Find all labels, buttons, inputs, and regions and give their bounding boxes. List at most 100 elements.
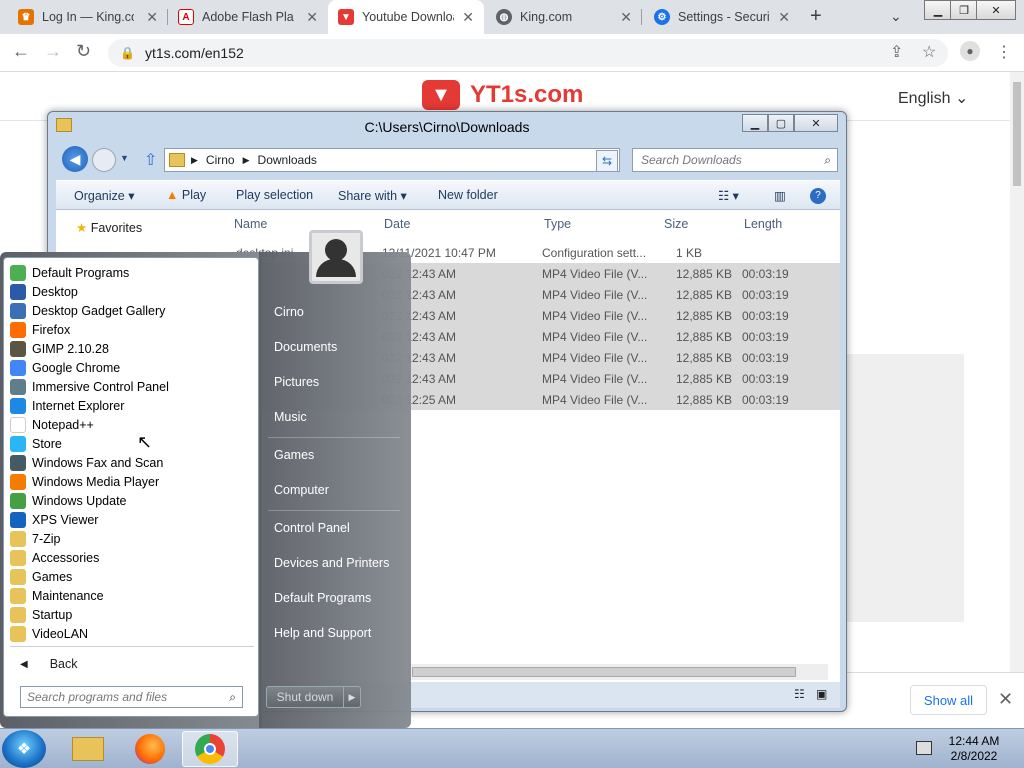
address-bar[interactable]: ▶ Cirno ▶ Downloads ▼ (164, 148, 620, 172)
file-type: MP4 Video File (V... (542, 393, 648, 407)
tab-youtube-downloader[interactable]: ▼ Youtube Downloader ✕ (328, 0, 484, 34)
program-item[interactable]: VideoLAN (10, 624, 88, 643)
column-header-size[interactable]: Size (664, 217, 688, 231)
taskbar-firefox[interactable] (122, 731, 178, 767)
tab-search-icon[interactable]: ⌄ (890, 8, 902, 25)
close-icon[interactable]: ✕ (620, 9, 632, 26)
close-window-button[interactable]: ✕ (976, 0, 1016, 20)
forward-arrow-icon[interactable]: → (44, 41, 62, 62)
forward-arrow-icon[interactable] (92, 148, 116, 172)
site-logo[interactable]: ▼ YT1s.com (422, 80, 583, 110)
network-icon[interactable] (916, 741, 932, 755)
start-link-help-support[interactable]: Help and Support (274, 626, 371, 640)
column-header-length[interactable]: Length (744, 217, 782, 231)
view-options-icon[interactable]: ☷ ▾ (718, 188, 739, 203)
clock[interactable]: 12:44 AM 2/8/2022 (944, 734, 1004, 764)
start-link-default-programs[interactable]: Default Programs (274, 591, 371, 605)
breadcrumb-item[interactable]: Downloads (258, 153, 317, 167)
program-item[interactable]: Notepad++ (10, 415, 94, 434)
start-link-control-panel[interactable]: Control Panel (274, 521, 350, 535)
close-window-button[interactable]: ✕ (794, 114, 838, 132)
minimize-button[interactable]: ▁ (924, 0, 952, 20)
share-with-button[interactable]: Share with ▾ (338, 188, 407, 203)
explorer-icon (72, 737, 104, 761)
breadcrumb-item[interactable]: Cirno (206, 153, 235, 167)
user-avatar[interactable] (309, 230, 363, 284)
program-item[interactable]: Store (10, 434, 62, 453)
menu-dots-icon[interactable]: ⋮ (996, 42, 1012, 62)
program-item[interactable]: Windows Media Player (10, 472, 159, 491)
program-item[interactable]: Desktop Gadget Gallery (10, 301, 165, 320)
close-icon[interactable]: ✕ (462, 9, 474, 26)
program-item[interactable]: Maintenance (10, 586, 104, 605)
language-selector[interactable]: English ⌄ (898, 88, 968, 108)
tab-settings[interactable]: ⚙ Settings - Security ✕ (644, 0, 800, 34)
favorites-item[interactable]: ★ Favorites (76, 220, 142, 235)
preview-pane-icon[interactable]: ▥ (774, 188, 786, 203)
close-icon[interactable]: ✕ (306, 9, 318, 26)
back-arrow-icon[interactable]: ◀ (62, 146, 88, 172)
play-button[interactable]: ▲ Play (166, 188, 206, 202)
program-item[interactable]: 7-Zip (10, 529, 60, 548)
start-link-games[interactable]: Games (274, 448, 314, 462)
start-link-devices-printers[interactable]: Devices and Printers (274, 556, 389, 570)
taskbar-explorer[interactable] (60, 731, 116, 767)
program-item[interactable]: Desktop (10, 282, 78, 301)
close-icon[interactable]: ✕ (998, 689, 1013, 710)
start-link-documents[interactable]: Documents (274, 340, 337, 354)
tiles-view-icon[interactable]: ▣ (816, 687, 827, 701)
new-tab-button[interactable]: + (810, 5, 822, 28)
column-header-type[interactable]: Type (544, 217, 571, 231)
horizontal-scrollbar[interactable] (408, 664, 828, 680)
restore-button[interactable]: ❐ (950, 0, 978, 20)
program-item[interactable]: Windows Update (10, 491, 127, 510)
address-bar[interactable]: 🔒 yt1s.com/en152 (108, 39, 948, 67)
program-item[interactable]: Accessories (10, 548, 99, 567)
help-icon[interactable]: ? (810, 188, 826, 204)
start-button[interactable]: ❖ (2, 730, 46, 768)
chevron-down-icon[interactable]: ▼ (120, 153, 129, 163)
maximize-button[interactable]: ▢ (768, 114, 794, 132)
program-item[interactable]: Firefox (10, 320, 70, 339)
page-scrollbar[interactable] (1010, 72, 1024, 672)
start-link-computer[interactable]: Computer (274, 483, 329, 497)
close-icon[interactable]: ✕ (146, 9, 158, 26)
reload-icon[interactable]: ↻ (76, 41, 91, 62)
search-programs-input[interactable]: Search programs and files ⌕ (20, 686, 243, 708)
program-item[interactable]: Startup (10, 605, 72, 624)
program-item[interactable]: Games (10, 567, 72, 586)
start-link-music[interactable]: Music (274, 410, 307, 424)
play-selection-button[interactable]: Play selection (236, 188, 313, 202)
column-header-name[interactable]: Name (234, 217, 267, 231)
show-all-button[interactable]: Show all (910, 685, 987, 715)
column-header-date[interactable]: Date (384, 217, 410, 231)
program-item[interactable]: Immersive Control Panel (10, 377, 169, 396)
taskbar-chrome[interactable] (182, 731, 238, 767)
program-item[interactable]: XPS Viewer (10, 510, 98, 529)
program-item[interactable]: Internet Explorer (10, 396, 124, 415)
profile-icon[interactable]: ● (960, 41, 980, 61)
shutdown-button[interactable]: Shut down (266, 686, 344, 708)
minimize-button[interactable]: ▁ (742, 114, 768, 132)
tab-king[interactable]: ◍ King.com ✕ (486, 0, 642, 34)
organize-button[interactable]: Organize ▾ (74, 188, 134, 203)
program-item[interactable]: GIMP 2.10.28 (10, 339, 109, 358)
start-link-pictures[interactable]: Pictures (274, 375, 319, 389)
close-icon[interactable]: ✕ (778, 9, 790, 26)
program-item[interactable]: Default Programs (10, 263, 129, 282)
program-item[interactable]: Windows Fax and Scan (10, 453, 163, 472)
search-input[interactable]: Search Downloads ⌕ (632, 148, 838, 172)
new-folder-button[interactable]: New folder (438, 188, 498, 202)
back-button[interactable]: ◀ Back (20, 657, 78, 671)
up-arrow-icon[interactable]: ⇧ (144, 150, 157, 170)
share-icon[interactable]: ⇪ (890, 42, 903, 62)
refresh-icon[interactable]: ⇆ (596, 150, 618, 172)
tab-adobe-flash[interactable]: A Adobe Flash Player ✕ (168, 0, 328, 34)
details-view-icon[interactable]: ☷ (794, 687, 805, 701)
start-link-user[interactable]: Cirno (274, 305, 304, 319)
back-arrow-icon[interactable]: ← (12, 41, 30, 62)
bookmark-star-icon[interactable]: ☆ (922, 42, 936, 62)
shutdown-options-icon[interactable]: ▶ (343, 686, 361, 708)
tab-king-login[interactable]: ♛ Log In — King.com ✕ (8, 0, 168, 34)
program-item[interactable]: Google Chrome (10, 358, 120, 377)
